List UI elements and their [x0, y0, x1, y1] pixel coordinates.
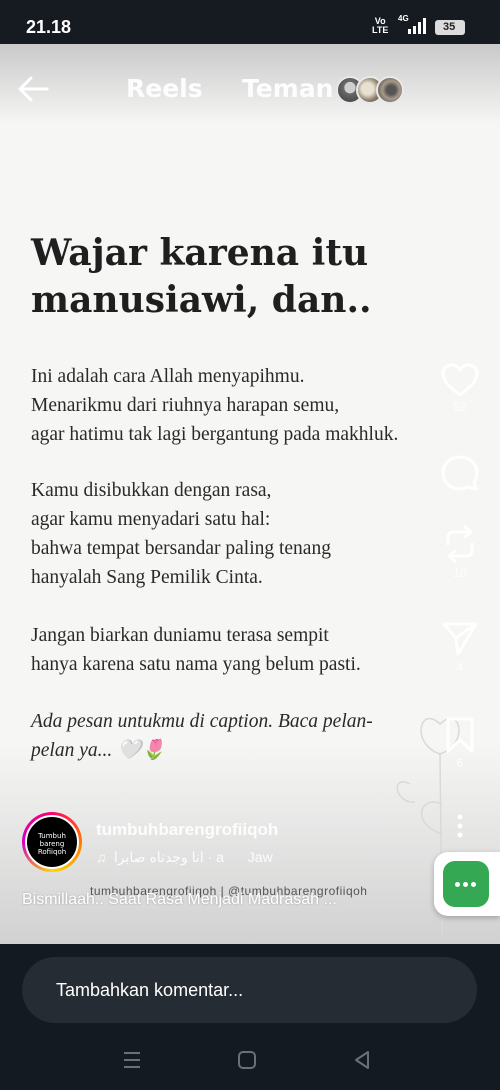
repost-count: 10	[453, 566, 467, 580]
post-headline: Wajar karena itu manusiawi, dan..	[31, 230, 451, 324]
triangle-back-icon	[355, 1051, 369, 1069]
creator-avatar-logo: Tumbuh bareng Rofiiqoh	[25, 815, 79, 869]
chat-more-icon	[443, 861, 489, 907]
comment-icon	[441, 455, 479, 491]
paragraph-line: Menarikmu dari riuhnya harapan semu,	[31, 395, 340, 416]
headline-line: Wajar karena itu	[31, 232, 369, 274]
home-button[interactable]	[235, 1048, 263, 1074]
paragraph-line: hanya karena satu nama yang belum pasti.	[31, 654, 361, 675]
signal-icon	[408, 18, 430, 34]
music-note-icon: ♫	[96, 849, 107, 865]
menu-icon	[124, 1052, 140, 1068]
creator-avatar[interactable]: Tumbuh bareng Rofiiqoh	[22, 812, 82, 872]
paragraph-line: Kamu disibukkan dengan rasa,	[31, 480, 272, 501]
paragraph-line: agar hatimu tak lagi bergantung pada mak…	[31, 424, 399, 445]
like-button[interactable]: 52	[438, 362, 482, 414]
battery-level: 35	[443, 21, 456, 33]
paragraph-line: Ada pesan untukmu di caption. Baca pelan…	[31, 711, 373, 732]
comment-input[interactable]: Tambahkan komentar...	[22, 957, 477, 1023]
paragraph-line: Ini adalah cara Allah menyapihmu.	[31, 366, 305, 387]
emoji: 🤍🌷	[117, 740, 166, 761]
comment-button[interactable]	[438, 454, 482, 492]
friends-avatars[interactable]	[336, 76, 406, 106]
save-count: 6	[456, 756, 464, 770]
floating-chat-bubble[interactable]	[434, 852, 500, 916]
recent-apps-button[interactable]	[120, 1048, 148, 1074]
paragraph-2: Kamu disibukkan dengan rasa, agar kamu m…	[31, 476, 471, 592]
volte-bottom: LTE	[372, 25, 389, 35]
system-navigation-bar	[0, 1034, 500, 1090]
paragraph-3: Jangan biarkan duniamu terasa sempit han…	[31, 621, 471, 679]
post-caption[interactable]: Bismillaah.. Saat Rasa Menjadi Madrasah …	[22, 891, 422, 909]
volte-indicator: Vo LTE	[372, 17, 388, 35]
paragraph-line: pelan ya... 🤍🌷	[31, 736, 471, 765]
share-count: 4	[456, 660, 464, 674]
paragraph-line: Jangan biarkan duniamu terasa sempit	[31, 625, 329, 646]
tab-teman[interactable]: Teman	[242, 74, 333, 103]
audio-track[interactable]: ♫ انا وجدناه صابرا · a Jaw	[96, 849, 273, 866]
paragraph-line: bahwa tempat bersandar paling tenang	[31, 538, 331, 559]
headline-line: manusiawi, dan..	[31, 279, 372, 321]
paragraph-text: pelan ya...	[31, 740, 113, 761]
save-button[interactable]: 6	[438, 716, 482, 770]
status-time: 21.18	[26, 17, 72, 37]
arrow-left-icon	[18, 76, 49, 102]
tab-reels[interactable]: Reels	[126, 74, 203, 103]
back-nav-button[interactable]	[350, 1048, 378, 1074]
send-icon	[442, 622, 478, 656]
reel-viewer[interactable]: Reels Teman Wajar karena itu manusiawi, …	[0, 44, 500, 944]
audio-title-continued: Jaw	[247, 849, 273, 865]
status-bar: 21.18 Vo LTE 4G 35	[0, 0, 500, 44]
audio-title: انا وجدناه صابرا · a	[113, 849, 224, 865]
comment-bar: Tambahkan komentar...	[0, 944, 500, 1034]
creator-username[interactable]: tumbuhbarengrofiiqoh	[96, 820, 278, 840]
battery-icon: 35	[435, 20, 465, 35]
paragraph-4: Ada pesan untukmu di caption. Baca pelan…	[31, 707, 471, 765]
heart-icon	[441, 363, 479, 397]
avatar	[376, 76, 404, 104]
share-button[interactable]: 4	[438, 620, 482, 674]
repost-button[interactable]: 10	[438, 524, 482, 580]
back-button[interactable]	[16, 74, 50, 104]
bookmark-icon	[446, 717, 474, 753]
repost-icon	[446, 525, 474, 563]
like-count: 52	[453, 400, 467, 414]
more-vertical-icon	[457, 814, 463, 838]
home-square-icon	[238, 1051, 256, 1069]
more-options-button[interactable]	[438, 814, 482, 840]
paragraph-1: Ini adalah cara Allah menyapihmu. Menari…	[31, 362, 471, 449]
paragraph-line: hanyalah Sang Pemilik Cinta.	[31, 567, 263, 588]
paragraph-line: agar kamu menyadari satu hal:	[31, 509, 271, 530]
